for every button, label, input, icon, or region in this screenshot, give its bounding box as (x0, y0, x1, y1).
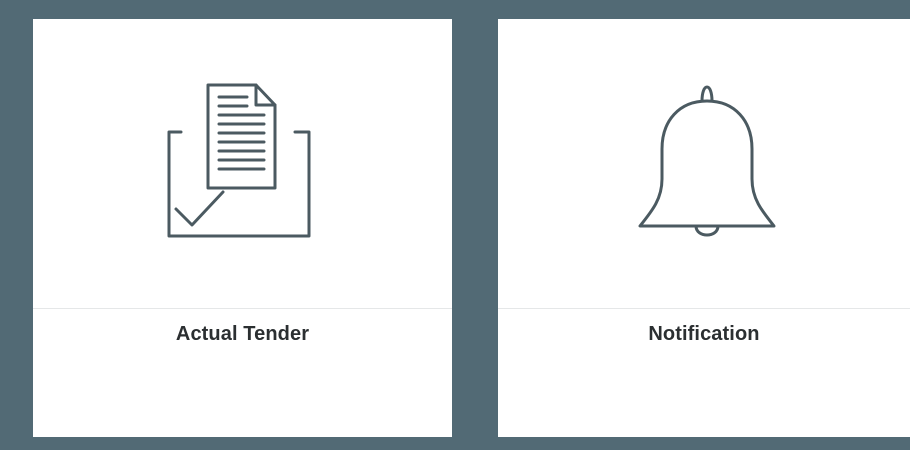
tender-document-check-icon (167, 83, 311, 238)
tile-label: Notification (648, 323, 760, 345)
tile-actual-tender[interactable]: Actual Tender (33, 19, 452, 437)
tile-icon-area (33, 19, 452, 308)
tile-notification[interactable]: Notification (498, 19, 910, 437)
tile-label: Actual Tender (175, 323, 310, 345)
tile-icon-area (498, 19, 910, 308)
bell-icon (638, 85, 776, 237)
tile-divider (33, 308, 452, 309)
tile-divider (498, 308, 910, 309)
